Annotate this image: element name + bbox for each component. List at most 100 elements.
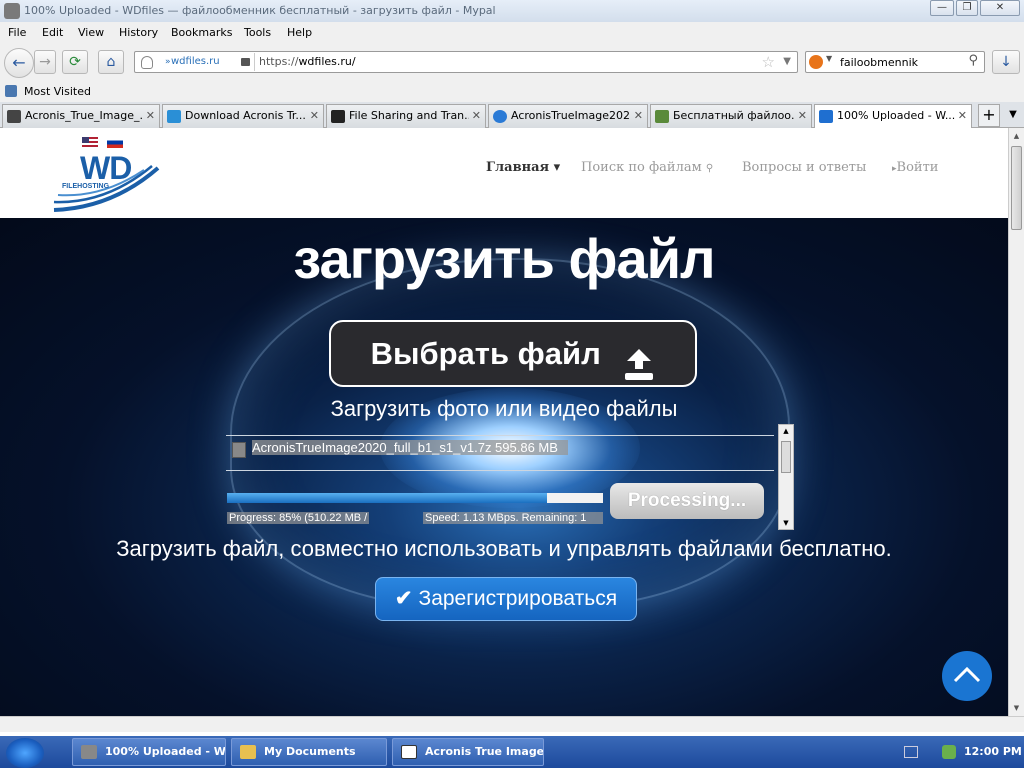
tab-uploaded-active[interactable]: 100% Uploaded - W... ✕ (814, 104, 972, 129)
logo-wd: WD (80, 150, 132, 186)
task-label: 100% Uploaded - W... (105, 745, 226, 758)
maximize-button[interactable]: ❐ (956, 0, 978, 16)
search-engine-icon[interactable] (809, 55, 823, 69)
taskbar-item-my-documents[interactable]: My Documents (231, 738, 387, 766)
scroll-up-icon[interactable]: ▲ (779, 425, 793, 437)
task-label: My Documents (264, 745, 356, 758)
upload-queue: AcronisTrueImage2020_full_b1_s1_v1.7z 59… (226, 424, 794, 530)
scroll-thumb[interactable] (781, 441, 791, 473)
minimize-button[interactable]: — (930, 0, 954, 16)
page-content: WD FILEHOSTING Главная ▾ Поиск по файлам… (0, 128, 1008, 716)
processing-button[interactable]: Processing... (610, 483, 764, 519)
url-scheme: https:// (259, 55, 299, 68)
nav-home[interactable]: Главная ▾ (486, 160, 560, 175)
menu-file[interactable]: File (8, 26, 26, 39)
close-icon[interactable]: ✕ (472, 105, 481, 127)
upload-progress-bar (227, 493, 603, 503)
home-button[interactable]: ⌂ (98, 50, 124, 74)
tab-file-sharing[interactable]: File Sharing and Tran... ✕ (326, 104, 486, 128)
tab-favicon (655, 110, 669, 123)
task-label: Acronis True Image ... (425, 745, 544, 758)
acronis-icon (401, 745, 417, 759)
nav-search-files[interactable]: Поиск по файлам ⚲ (581, 160, 713, 175)
network-icon[interactable] (942, 745, 956, 759)
close-window-button[interactable]: ✕ (980, 0, 1020, 16)
tab-acronis-202[interactable]: AcronisTrueImage202... ✕ (488, 104, 648, 128)
tab-favicon (493, 110, 507, 123)
scroll-to-top-button[interactable] (942, 651, 992, 701)
queue-scrollbar[interactable]: ▲ ▼ (778, 424, 794, 530)
taskbar-item-browser[interactable]: 100% Uploaded - W... (72, 738, 226, 766)
forward-arrow-icon: → (39, 54, 51, 70)
menu-history[interactable]: History (119, 26, 158, 39)
menu-bookmarks[interactable]: Bookmarks (171, 26, 232, 39)
app-icon (4, 3, 20, 19)
close-icon[interactable]: ✕ (634, 105, 643, 127)
engine-dropdown-icon[interactable]: ▼ (826, 54, 832, 63)
choose-file-button[interactable]: Выбрать файл (329, 320, 697, 387)
clock[interactable]: 12:00 PM (964, 745, 1022, 758)
hero-title: загрузить файл (293, 227, 715, 290)
close-icon[interactable]: ✕ (310, 105, 319, 127)
nav-faq[interactable]: Вопросы и ответы (742, 160, 866, 175)
divider (226, 470, 774, 471)
most-visited-icon (5, 85, 17, 97)
register-button[interactable]: ✔ Зарегистрироваться (375, 577, 637, 621)
close-icon[interactable]: ✕ (958, 105, 967, 127)
tab-favicon (331, 110, 345, 123)
bookmark-star-icon[interactable]: ☆ (762, 52, 775, 72)
scroll-up-icon[interactable]: ▲ (1009, 128, 1024, 144)
tab-free-filehost[interactable]: Бесплатный файлоо... ✕ (650, 104, 812, 128)
menu-bar: File Edit View History Bookmarks Tools H… (0, 22, 1024, 44)
window-title: 100% Uploaded - WDfiles — файлообменник … (24, 4, 496, 17)
flag-ru-icon[interactable] (107, 137, 123, 148)
progress-text: Progress: 85% (510.22 MB / (227, 512, 370, 524)
search-bar[interactable]: ▼ ⚲ (805, 51, 985, 73)
back-arrow-icon: ← (12, 53, 26, 72)
url-host: wdfiles.ru/ (298, 55, 356, 68)
tab-strip: Acronis_True_Image_... ✕ Download Acroni… (0, 102, 1024, 129)
tab-favicon (7, 110, 21, 123)
horizontal-scrollbar[interactable] (0, 716, 1024, 732)
search-input[interactable] (840, 54, 960, 70)
scroll-thumb[interactable] (1011, 146, 1022, 230)
flag-us-icon[interactable] (82, 137, 98, 148)
site-identity[interactable]: » wdfiles.ru (137, 53, 255, 71)
url-text[interactable]: https://wdfiles.ru/ (259, 52, 356, 72)
divider (226, 435, 774, 436)
reload-button[interactable]: ⟳ (62, 50, 88, 74)
tab-label: AcronisTrueImage202... (511, 109, 631, 122)
file-icon (232, 442, 246, 458)
scroll-down-icon[interactable]: ▼ (779, 517, 793, 529)
new-tab-button[interactable]: + (978, 104, 1000, 127)
site-header: WD FILEHOSTING Главная ▾ Поиск по файлам… (0, 128, 1008, 218)
menu-tools[interactable]: Tools (244, 26, 271, 39)
menu-view[interactable]: View (78, 26, 104, 39)
close-icon[interactable]: ✕ (146, 105, 155, 127)
downloads-button[interactable]: ↓ (992, 50, 1020, 74)
title-bar: 100% Uploaded - WDfiles — файлообменник … (0, 0, 1024, 22)
file-name: AcronisTrueImage2020_full_b1_s1_v1.7z 59… (252, 440, 568, 455)
search-icon[interactable]: ⚲ (968, 53, 978, 68)
page-scrollbar[interactable]: ▲ ▼ (1008, 128, 1024, 716)
most-visited-link[interactable]: Most Visited (24, 85, 91, 98)
tab-acronis-true-image[interactable]: Acronis_True_Image_... ✕ (2, 104, 160, 128)
start-button[interactable] (6, 738, 44, 768)
reload-icon: ⟳ (69, 54, 81, 70)
nav-login[interactable]: ▸Войти (892, 160, 938, 175)
tab-download-acronis[interactable]: Download Acronis Tr... ✕ (162, 104, 324, 128)
tab-list-icon[interactable]: ▼ (1004, 104, 1022, 127)
url-dropdown-icon[interactable]: ▼ (783, 53, 791, 71)
menu-edit[interactable]: Edit (42, 26, 63, 39)
close-icon[interactable]: ✕ (798, 105, 807, 127)
site-logo[interactable]: WD FILEHOSTING (52, 150, 162, 214)
back-button[interactable]: ← (4, 48, 34, 78)
identity-arrows-icon: » (165, 57, 171, 67)
url-bar[interactable]: » wdfiles.ru https://wdfiles.ru/ ☆ ▼ (134, 51, 798, 73)
menu-help[interactable]: Help (287, 26, 312, 39)
scroll-down-icon[interactable]: ▼ (1009, 700, 1024, 716)
nav-login-label: Войти (896, 160, 939, 175)
keyboard-icon[interactable] (904, 746, 918, 758)
forward-button[interactable]: → (34, 50, 56, 74)
taskbar-item-acronis[interactable]: Acronis True Image ... (392, 738, 544, 766)
